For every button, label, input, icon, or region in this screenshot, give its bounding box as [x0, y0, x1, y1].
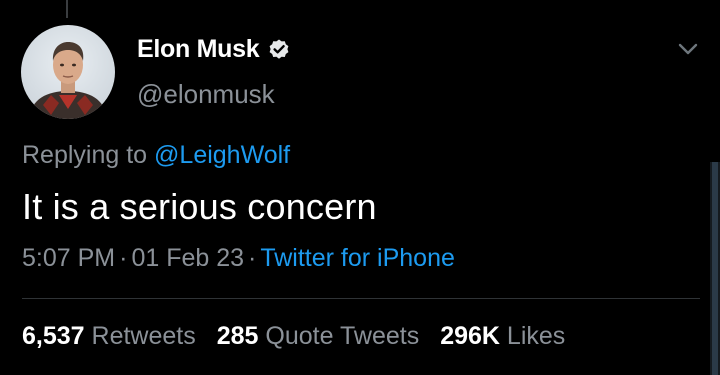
tweet-meta: 5:07 PM · 01 Feb 23 · Twitter for iPhone — [22, 244, 455, 273]
tweet-time[interactable]: 5:07 PM — [22, 244, 115, 272]
verified-badge-icon — [269, 39, 289, 59]
tweet-text: It is a serious concern — [22, 186, 377, 227]
divider — [22, 298, 700, 299]
tweet-date[interactable]: 01 Feb 23 — [131, 244, 244, 272]
retweets-label: Retweets — [91, 322, 196, 350]
avatar[interactable] — [21, 25, 115, 119]
retweets-count: 6,537 — [22, 322, 85, 350]
tweet-source-link[interactable]: Twitter for iPhone — [260, 244, 455, 272]
quote-tweets-label: Quote Tweets — [265, 322, 420, 350]
likes-stat[interactable]: 296K Likes — [440, 322, 565, 351]
chevron-down-icon[interactable] — [677, 38, 699, 60]
reply-prefix: Replying to — [22, 141, 148, 169]
quote-tweets-count: 285 — [216, 322, 259, 350]
reply-context: Replying to @LeighWolf — [22, 141, 290, 170]
scrollbar-thumb[interactable] — [712, 162, 718, 375]
meta-separator: · — [119, 244, 128, 272]
reply-to-handle-link[interactable]: @LeighWolf — [154, 141, 290, 169]
avatar-image — [29, 42, 107, 119]
author-display-name[interactable]: Elon Musk — [137, 35, 260, 64]
thread-connector-line — [66, 0, 68, 18]
author-name-row[interactable]: Elon Musk — [137, 34, 291, 64]
retweets-stat[interactable]: 6,537 Retweets — [22, 322, 196, 351]
likes-count: 296K — [440, 322, 500, 350]
meta-separator: · — [248, 244, 257, 272]
author-handle[interactable]: @elonmusk — [137, 79, 275, 110]
likes-label: Likes — [506, 322, 566, 350]
quote-tweets-stat[interactable]: 285 Quote Tweets — [217, 322, 419, 351]
tweet-stats: 6,537 Retweets 285 Quote Tweets 296K Lik… — [22, 322, 586, 351]
